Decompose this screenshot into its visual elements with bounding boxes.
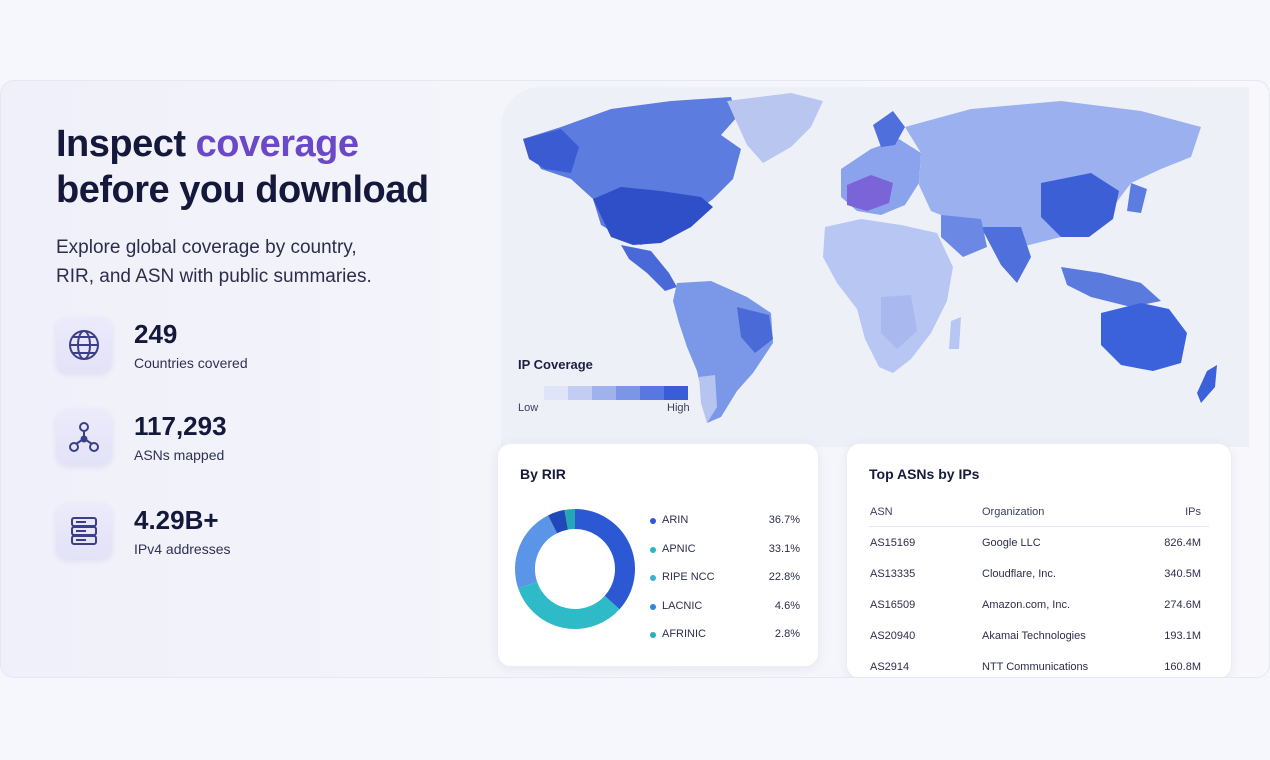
- legend-high-label: High: [667, 402, 690, 414]
- stat-value: 4.29B+: [134, 505, 219, 535]
- stat-ipv4: 4.29B+ IPv4 addresses: [56, 503, 456, 563]
- rir-dot: [650, 632, 656, 638]
- asn-cell: AS15169: [870, 536, 916, 549]
- stat-countries: 249 Countries covered: [56, 317, 456, 377]
- legend-ends: Low High: [518, 402, 693, 416]
- hero-subtitle: Explore global coverage by country, RIR,…: [56, 233, 476, 291]
- map-legend: IP Coverage Low High: [518, 357, 693, 416]
- ips-cell: 193.1M: [1164, 629, 1201, 642]
- legend-swatch: [592, 386, 616, 400]
- ips-cell: 826.4M: [1164, 536, 1201, 549]
- asn-cell: AS13335: [870, 567, 916, 580]
- headline-accent: coverage: [195, 123, 359, 165]
- ips-cell: 274.6M: [1164, 598, 1201, 611]
- rir-item: RIPE NCC 22.8%: [650, 571, 800, 585]
- stat-asns: 117,293 ASNs mapped: [56, 409, 456, 469]
- rir-item: AFRINIC 2.8%: [650, 628, 800, 642]
- rir-name: RIPE NCC: [662, 571, 715, 583]
- legend-scale: [544, 386, 693, 400]
- network-icon: [56, 409, 112, 465]
- coverage-card: Inspect coverage before you download Exp…: [0, 80, 1270, 678]
- rir-donut-chart: [515, 509, 635, 629]
- hero-section: Inspect coverage before you download Exp…: [56, 121, 476, 559]
- legend-swatch: [640, 386, 664, 400]
- stat-value: 249: [134, 319, 178, 349]
- organization-cell: Google LLC: [982, 536, 1041, 549]
- organization-cell: NTT Communications: [982, 660, 1089, 673]
- legend-swatch: [616, 386, 640, 400]
- table-header-row: ASN Organization IPs: [869, 498, 1209, 527]
- rir-dot: [650, 575, 656, 581]
- rir-pct: 36.7%: [768, 514, 800, 526]
- organization-cell: Akamai Technologies: [982, 629, 1086, 642]
- stat-label: IPv4 addresses: [134, 541, 231, 557]
- stat-value: 117,293: [134, 411, 227, 441]
- col-asn: ASN: [869, 498, 981, 527]
- rir-pct: 4.6%: [774, 599, 800, 612]
- legend-swatch: [568, 386, 592, 400]
- asn-cell: AS16509: [870, 598, 916, 611]
- organization-cell: Amazon.com, Inc.: [982, 598, 1071, 611]
- asn-cell: AS2914: [870, 660, 910, 673]
- rir-item: LACNIC 4.6%: [650, 600, 800, 614]
- asns-panel-title: Top ASNs by IPs: [869, 466, 980, 482]
- rir-dot: [650, 546, 656, 553]
- headline-part1: Inspect: [56, 123, 196, 165]
- rir-item: APNIC 33.1%: [650, 543, 800, 557]
- asns-table: ASN Organization IPs AS15169 Google LLC 82…: [869, 498, 1209, 677]
- donut-slice-apnic: [518, 581, 620, 629]
- col-ips: IPs: [1141, 498, 1209, 527]
- globe-icon: [56, 317, 112, 373]
- subtitle-line1: Explore global coverage by country,: [56, 237, 357, 258]
- rir-name: APNIC: [662, 542, 696, 555]
- rir-dot: [650, 603, 656, 610]
- legend-swatch: [544, 386, 568, 400]
- table-row[interactable]: AS15169 Google LLC 826.4M: [869, 527, 1209, 559]
- donut-slice-lacnic: [548, 509, 569, 534]
- headline-part2: before you download: [56, 169, 429, 211]
- table-row[interactable]: AS16509 Amazon.com, Inc. 274.6M: [869, 589, 1209, 620]
- rir-dot: [650, 518, 656, 524]
- rir-panel-title: By RIR: [520, 466, 566, 482]
- legend-title: IP Coverage: [518, 357, 593, 372]
- subtitle-line2: RIR, and ASN with public summaries.: [56, 266, 372, 287]
- rir-panel: By RIR ARIN 36.7% APNIC 33.1% RIPE NCC 22.8% L…: [497, 443, 819, 667]
- rir-item: ARIN 36.7%: [650, 514, 800, 528]
- table-row[interactable]: AS13335 Cloudflare, Inc. 340.5M: [869, 558, 1209, 589]
- rir-name: ARIN: [662, 514, 689, 526]
- rir-pct: 22.8%: [768, 571, 800, 583]
- rir-pct: 33.1%: [768, 542, 800, 555]
- ips-cell: 340.5M: [1164, 567, 1201, 580]
- col-organization: Organization: [981, 498, 1142, 527]
- legend-swatch: [664, 386, 688, 400]
- headline: Inspect coverage before you download: [56, 121, 476, 213]
- ips-cell: 160.8M: [1164, 660, 1201, 673]
- donut-slice-ripe-ncc: [515, 515, 558, 589]
- organization-cell: Cloudflare, Inc.: [982, 567, 1056, 580]
- donut-slice-arin: [574, 509, 635, 610]
- rir-pct: 2.8%: [774, 628, 800, 640]
- top-asns-panel: Top ASNs by IPs ASN Organization IPs AS1…: [846, 443, 1232, 677]
- table-row[interactable]: AS2914 NTT Communications 160.8M: [869, 651, 1209, 677]
- asn-cell: AS20940: [870, 629, 916, 642]
- legend-low-label: Low: [518, 402, 539, 414]
- stat-label: Countries covered: [134, 355, 248, 371]
- server-icon: [56, 503, 112, 559]
- rir-name: LACNIC: [662, 599, 703, 612]
- donut-slice-afrinic: [564, 509, 576, 530]
- rir-name: AFRINIC: [662, 628, 706, 640]
- table-row[interactable]: AS20940 Akamai Technologies 193.1M: [869, 620, 1209, 651]
- stat-label: ASNs mapped: [134, 447, 225, 463]
